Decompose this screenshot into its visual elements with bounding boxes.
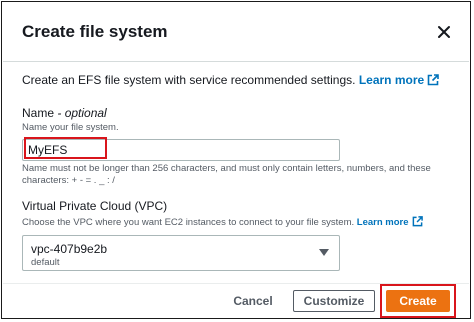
vpc-select[interactable]: vpc-407b9e2b default — [22, 235, 340, 271]
name-input[interactable] — [28, 142, 328, 158]
create-button[interactable]: Create — [386, 290, 450, 312]
name-hint: Name your file system. — [22, 122, 119, 133]
name-input-container — [22, 139, 340, 161]
name-constraint-line2: characters: + - = . _ : / — [22, 175, 115, 186]
cancel-button[interactable]: Cancel — [225, 290, 281, 312]
learn-more-link[interactable]: Learn more — [359, 73, 439, 87]
vpc-selected-value: vpc-407b9e2b — [31, 242, 108, 256]
footer-divider — [3, 283, 469, 284]
dialog-description: Create an EFS file system with service r… — [22, 73, 439, 89]
create-file-system-dialog: Create file system Create an EFS file sy… — [3, 3, 469, 318]
vpc-learn-more-label: Learn more — [356, 217, 409, 228]
vpc-label: Virtual Private Cloud (VPC) — [22, 199, 168, 213]
close-icon — [438, 26, 450, 38]
vpc-learn-more-link[interactable]: Learn more — [356, 216, 423, 230]
close-button[interactable] — [433, 21, 455, 43]
vpc-hint: Choose the VPC where you want EC2 instan… — [22, 216, 423, 230]
dialog-header: Create file system — [3, 3, 469, 62]
external-link-icon — [412, 216, 423, 230]
description-text: Create an EFS file system with service r… — [22, 73, 356, 87]
external-link-icon — [427, 74, 439, 89]
caret-down-icon — [319, 249, 329, 256]
name-label: Name - optional — [22, 106, 107, 120]
name-label-optional: - optional — [57, 106, 107, 120]
name-constraint-line1: Name must not be longer than 256 charact… — [22, 163, 431, 174]
vpc-selected-sub: default — [31, 257, 60, 268]
name-label-text: Name — [22, 106, 55, 120]
dialog-title: Create file system — [22, 22, 168, 41]
learn-more-label: Learn more — [358, 73, 425, 87]
customize-button[interactable]: Customize — [293, 290, 375, 312]
vpc-hint-text: Choose the VPC where you want EC2 instan… — [22, 217, 355, 228]
